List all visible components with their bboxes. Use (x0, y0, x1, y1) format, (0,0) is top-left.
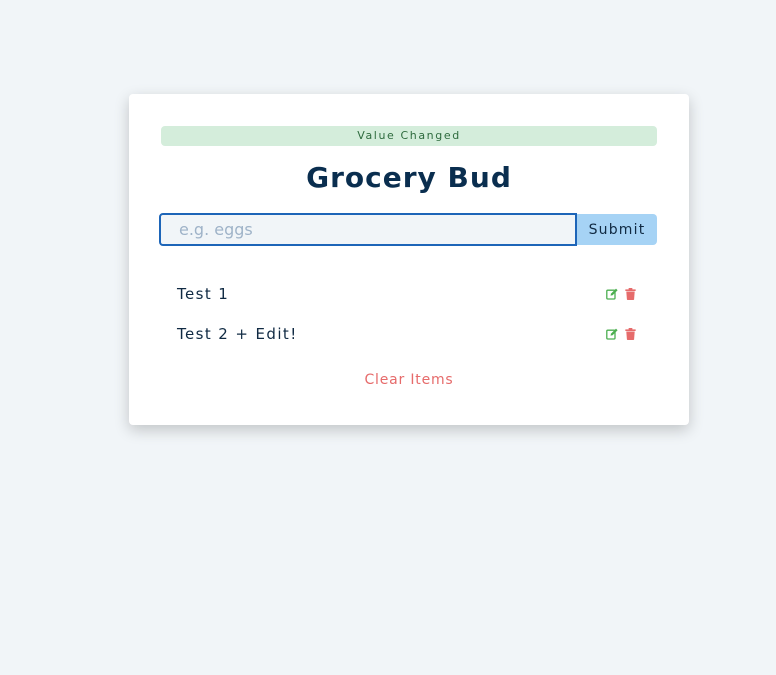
alert-text: Value Changed (357, 129, 461, 142)
clear-items-button[interactable]: Clear Items (129, 372, 689, 388)
list-item: Test 1 (177, 274, 637, 314)
grocery-form: Submit (159, 213, 657, 246)
submit-button[interactable]: Submit (577, 214, 657, 245)
list-item: Test 2 + Edit! (177, 314, 637, 354)
grocery-card: Value Changed Grocery Bud Submit Test 1 (129, 94, 689, 425)
item-actions (605, 327, 637, 341)
edit-icon[interactable] (605, 287, 618, 301)
alert-banner: Value Changed (161, 126, 657, 146)
item-title: Test 2 + Edit! (177, 325, 298, 343)
item-actions (605, 287, 637, 301)
trash-icon[interactable] (624, 287, 637, 301)
trash-icon[interactable] (624, 327, 637, 341)
item-input[interactable] (159, 213, 577, 246)
grocery-list: Test 1 Test 2 + Edit! (177, 274, 637, 354)
page-title: Grocery Bud (306, 161, 512, 194)
edit-icon[interactable] (605, 327, 618, 341)
item-title: Test 1 (177, 285, 230, 303)
